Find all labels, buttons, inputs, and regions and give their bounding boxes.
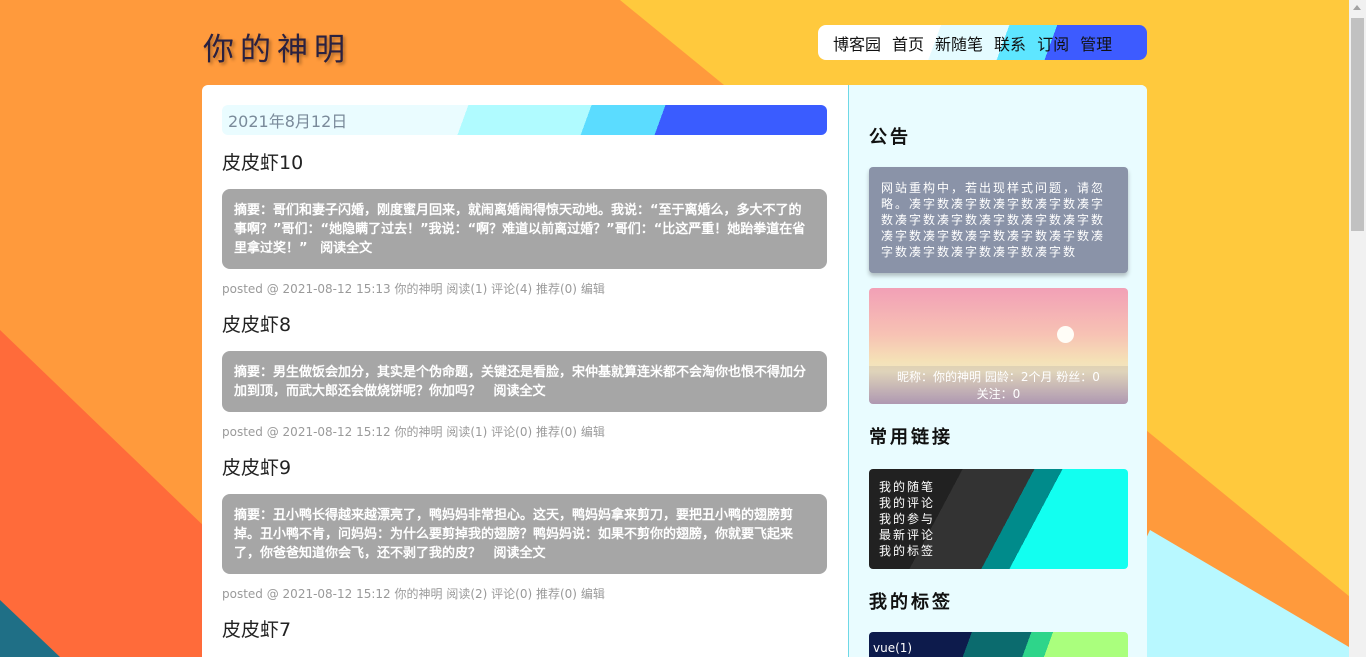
scroll-up-icon[interactable] — [1353, 5, 1361, 10]
read-more-link[interactable]: 阅读全文 — [494, 546, 546, 561]
post-meta: posted @ 2021-08-12 15:12 你的神明 — [222, 587, 443, 601]
post-title[interactable]: 皮皮虾10 — [222, 151, 848, 175]
post-edit[interactable]: 编辑 — [581, 587, 605, 601]
sun-illustration — [1057, 326, 1074, 343]
links-heading: 常用链接 — [869, 427, 953, 448]
post-footer: posted @ 2021-08-12 15:13 你的神明 阅读(1) 评论(… — [222, 280, 848, 297]
link-latest-comments[interactable]: 最新评论 — [879, 527, 1118, 543]
post-recommend[interactable]: 推荐(0) — [536, 282, 577, 296]
post-title[interactable]: 皮皮虾8 — [222, 313, 848, 337]
post-edit[interactable]: 编辑 — [581, 282, 605, 296]
post-title[interactable]: 皮皮虾9 — [222, 456, 848, 480]
tag-label[interactable]: vue(1) — [873, 641, 912, 655]
post-meta: posted @ 2021-08-12 15:12 你的神明 — [222, 425, 443, 439]
post-comments[interactable]: 评论(4) — [491, 282, 532, 296]
profile-following[interactable]: 关注：0 — [881, 386, 1116, 403]
read-more-link[interactable]: 阅读全文 — [320, 241, 372, 256]
post-recommend[interactable]: 推荐(0) — [536, 587, 577, 601]
post-recommend[interactable]: 推荐(0) — [536, 425, 577, 439]
nav-cnblogs[interactable]: 博客园 — [833, 31, 881, 55]
post-summary: 摘要：丑小鸭长得越来越漂亮了，鸭妈妈非常担心。这天，鸭妈妈拿来剪刀，要把丑小鸭的… — [222, 494, 827, 574]
post-meta: posted @ 2021-08-12 15:13 你的神明 — [222, 282, 443, 296]
link-my-comments[interactable]: 我的评论 — [879, 495, 1118, 511]
post-footer: posted @ 2021-08-12 15:12 你的神明 阅读(1) 评论(… — [222, 423, 848, 440]
read-more-link[interactable]: 阅读全文 — [494, 384, 546, 399]
sidebar: 公告 网站重构中，若出现样式问题，请忽略。凑字数凑字数凑字数凑字数凑字数凑字数凑… — [848, 85, 1147, 657]
nav-home[interactable]: 首页 — [892, 31, 924, 55]
notice-box: 网站重构中，若出现样式问题，请忽略。凑字数凑字数凑字数凑字数凑字数凑字数凑字数凑… — [869, 167, 1128, 273]
post-item: 皮皮虾7 — [222, 618, 848, 642]
tag-item[interactable]: vue(1) — [869, 632, 1128, 657]
post-title[interactable]: 皮皮虾7 — [222, 618, 848, 642]
post-comments[interactable]: 评论(0) — [491, 587, 532, 601]
post-list: 2021年8月12日 皮皮虾10 摘要：哥们和妻子闪婚，刚度蜜月回来，就闹离婚闹… — [202, 85, 848, 657]
post-edit[interactable]: 编辑 — [581, 425, 605, 439]
page-scrollbar[interactable] — [1349, 0, 1366, 657]
post-item: 皮皮虾10 摘要：哥们和妻子闪婚，刚度蜜月回来，就闹离婚闹得惊天动地。我说：“至… — [222, 151, 848, 297]
post-summary: 摘要：哥们和妻子闪婚，刚度蜜月回来，就闹离婚闹得惊天动地。我说：“至于离婚么，多… — [222, 189, 827, 269]
post-reads[interactable]: 阅读(1) — [446, 425, 487, 439]
link-my-tags[interactable]: 我的标签 — [879, 543, 1118, 559]
post-item: 皮皮虾9 摘要：丑小鸭长得越来越漂亮了，鸭妈妈非常担心。这天，鸭妈妈拿来剪刀，要… — [222, 456, 848, 602]
link-my-posts[interactable]: 我的随笔 — [879, 479, 1118, 495]
post-summary: 摘要：男生做饭会加分，其实是个伪命题，关键还是看脸，宋仲基就算连米都不会淘你也恨… — [222, 351, 827, 412]
tags-heading: 我的标签 — [869, 592, 953, 613]
post-reads[interactable]: 阅读(2) — [446, 587, 487, 601]
post-item: 皮皮虾8 摘要：男生做饭会加分，其实是个伪命题，关键还是看脸，宋仲基就算连米都不… — [222, 313, 848, 440]
nav-contact[interactable]: 联系 — [994, 31, 1026, 55]
scrollbar-thumb[interactable] — [1351, 18, 1364, 231]
nav-new-post[interactable]: 新随笔 — [935, 31, 983, 55]
nav-admin[interactable]: 管理 — [1080, 31, 1112, 55]
nav-subscribe[interactable]: 订阅 — [1037, 31, 1069, 55]
post-comments[interactable]: 评论(0) — [491, 425, 532, 439]
profile-stats[interactable]: 昵称：你的神明 园龄：2个月 粉丝：0 — [881, 369, 1116, 386]
day-title: 2021年8月12日 — [222, 105, 827, 135]
profile-info: 昵称：你的神明 园龄：2个月 粉丝：0 关注：0 — [869, 366, 1128, 404]
post-footer: posted @ 2021-08-12 15:12 你的神明 阅读(2) 评论(… — [222, 585, 848, 602]
post-reads[interactable]: 阅读(1) — [446, 282, 487, 296]
link-my-participation[interactable]: 我的参与 — [879, 511, 1118, 527]
content-panel: 2021年8月12日 皮皮虾10 摘要：哥们和妻子闪婚，刚度蜜月回来，就闹离婚闹… — [202, 85, 1147, 657]
notice-heading: 公告 — [869, 127, 911, 148]
common-links: 我的随笔 我的评论 我的参与 最新评论 我的标签 — [869, 469, 1128, 569]
profile-card: 昵称：你的神明 园龄：2个月 粉丝：0 关注：0 — [869, 288, 1128, 404]
site-title[interactable]: 你的神明 — [203, 24, 351, 69]
top-nav: 博客园 首页 新随笔 联系 订阅 管理 — [818, 25, 1147, 60]
